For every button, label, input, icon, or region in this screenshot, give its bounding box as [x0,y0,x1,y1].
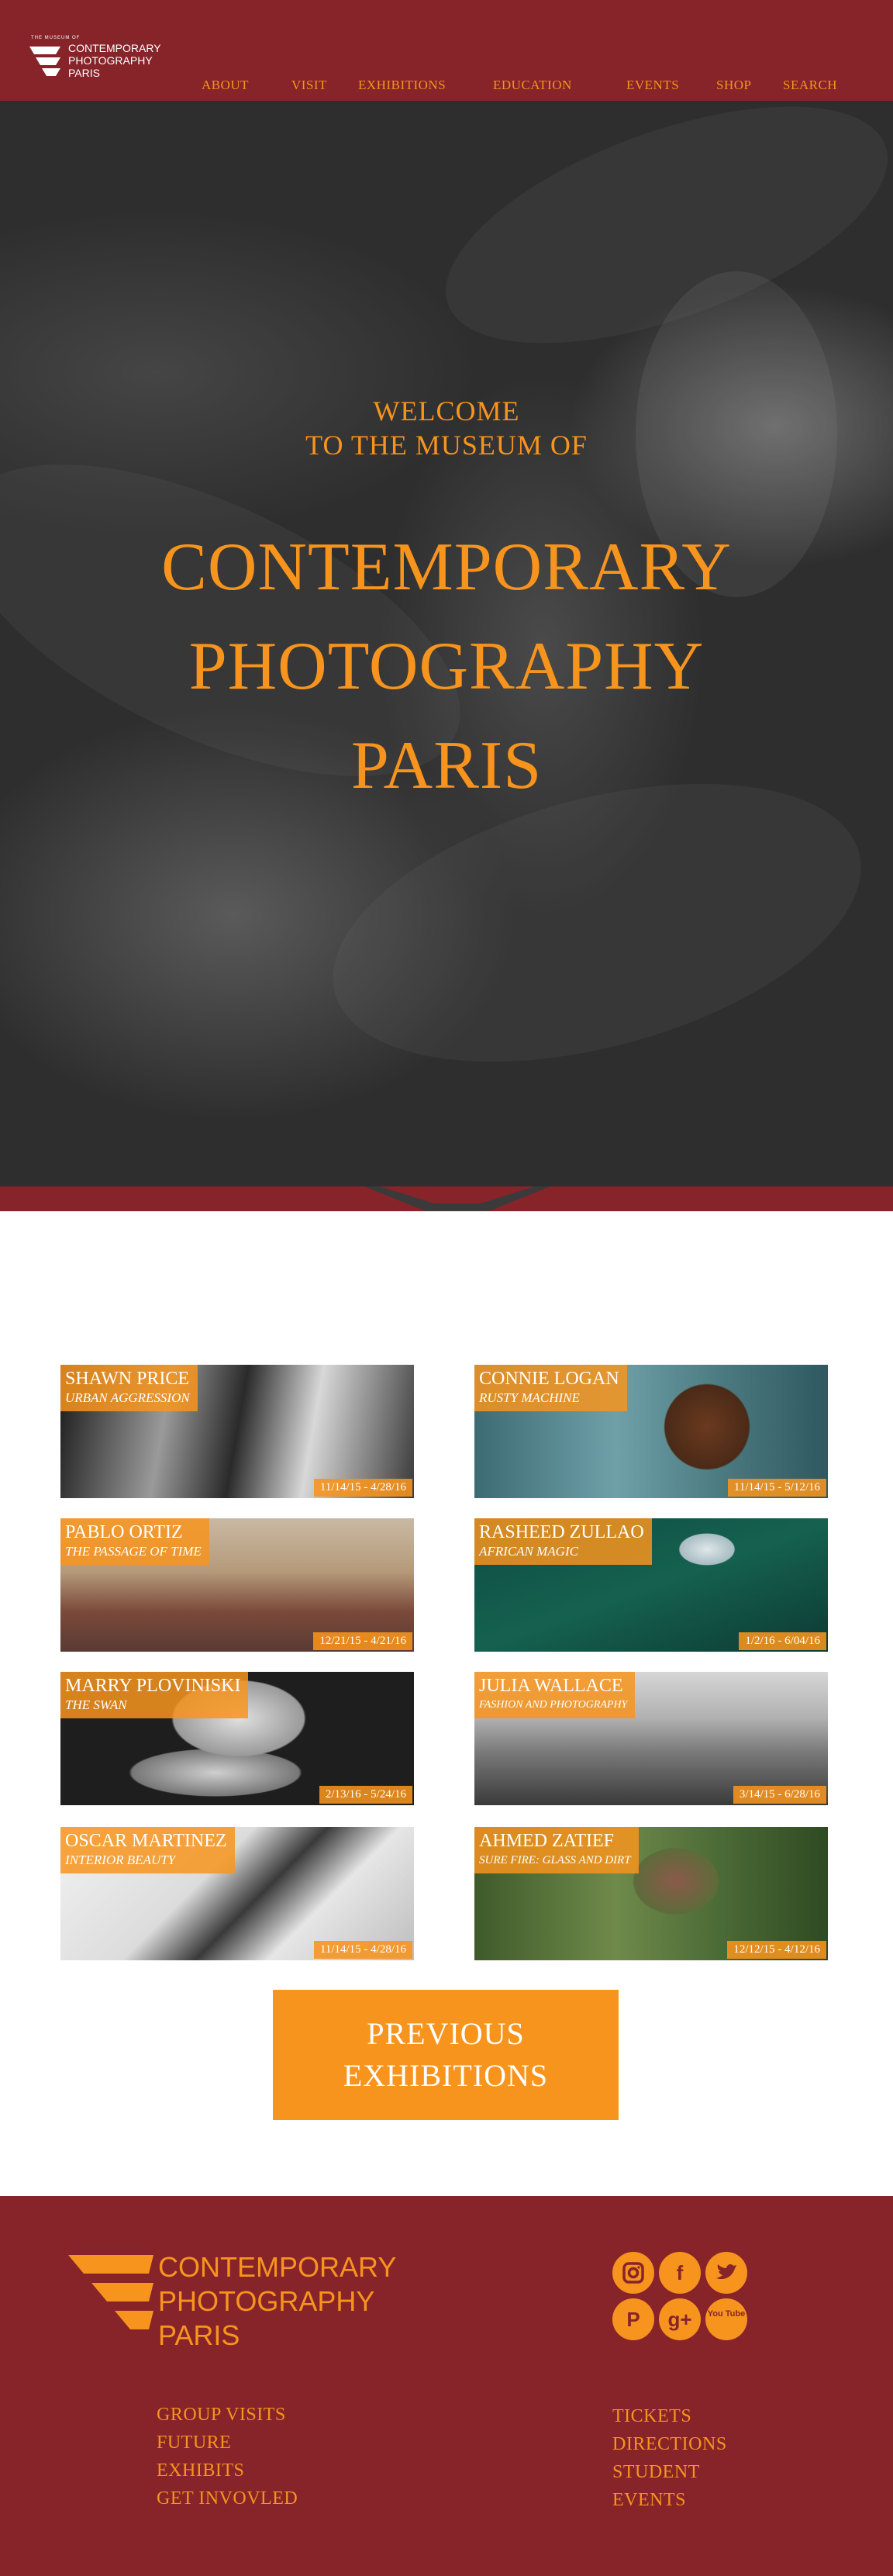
footer-logo-line-3: PARIS [158,2319,240,2351]
exhibition-card[interactable]: PABLO ORTIZ THE PASSAGE OF TIME 12/21/15… [60,1518,414,1652]
hero-welcome-line-1: WELCOME [373,395,520,426]
exhibition-label: PABLO ORTIZ THE PASSAGE OF TIME [60,1518,209,1565]
nav-search[interactable]: SEARCH [783,78,837,93]
exhibition-card[interactable]: AHMED ZATIEF SURE FIRE: GLASS AND DIRT 1… [474,1827,828,1960]
footer-links-left: GROUP VISITS FUTURE EXHIBITS GET INVOVLE… [157,2401,298,2512]
exhibition-artist: MARRY PLOVINISKI [65,1676,241,1696]
exhibition-dates: 12/12/15 - 4/12/16 [727,1941,826,1959]
logo-tagline: THE MUSEUM OF [31,36,81,40]
site-footer: CONTEMPORARY PHOTOGRAPHY PARIS f P g+ Yo… [0,2196,893,2576]
exhibition-title: THE PASSAGE OF TIME [65,1544,202,1559]
exhibition-label: CONNIE LOGAN RUSTY MACHINE [474,1365,627,1411]
twitter-icon[interactable] [705,2252,747,2294]
exhibition-label: JULIA WALLACE FASHION AND PHOTOGRAPHY [474,1672,636,1718]
exhibition-artist: CONNIE LOGAN [479,1369,619,1389]
exhibition-dates: 11/14/15 - 4/28/16 [313,1941,412,1959]
previous-button-line-1: PREVIOUS [367,2016,525,2051]
exhibition-label: SHAWN PRICE URBAN AGGRESSION [60,1365,198,1411]
hero-scroll-arrow-icon[interactable] [364,1186,550,1211]
exhibition-dates: 1/2/16 - 6/04/16 [739,1632,826,1650]
nav-shop[interactable]: SHOP [716,78,751,93]
footer-link-tickets[interactable]: TICKETS [612,2402,727,2430]
footer-link-directions[interactable]: DIRECTIONS [612,2430,727,2458]
exhibition-label: MARRY PLOVINISKI THE SWAN [60,1672,249,1718]
previous-exhibitions-button[interactable]: PREVIOUS EXHIBITIONS [273,1990,619,2120]
hero-banner: WELCOME TO THE MUSEUM OF CONTEMPORARY PH… [0,101,893,1186]
footer-link-exhibits[interactable]: EXHIBITS [157,2457,298,2484]
site-header: THE MUSEUM OF CONTEMPORARY PHOTOGRAPHY P… [0,0,893,101]
footer-links-right: TICKETS DIRECTIONS STUDENT EVENTS [612,2402,727,2514]
footer-link-events[interactable]: EVENTS [612,2486,727,2514]
previous-button-line-2: EXHIBITIONS [343,2058,549,2093]
footer-link-group-visits[interactable]: GROUP VISITS [157,2401,298,2429]
footer-link-future[interactable]: FUTURE [157,2429,298,2457]
exhibition-card[interactable]: SHAWN PRICE URBAN AGGRESSION 11/14/15 - … [60,1365,414,1498]
museum-logo[interactable]: THE MUSEUM OF CONTEMPORARY PHOTOGRAPHY P… [29,34,184,81]
exhibition-label: RASHEED ZULLAO AFRICAN MAGIC [474,1518,652,1565]
logo-chevron-icon [29,47,60,76]
footer-logo-line-2: PHOTOGRAPHY [158,2285,375,2317]
hero-welcome-line-2: TO THE MUSEUM OF [305,430,588,461]
footer-logo-line-1: CONTEMPORARY [158,2251,397,2283]
exhibition-title: URBAN AGGRESSION [65,1390,190,1405]
footer-logo-chevron-icon [68,2255,153,2329]
nav-events[interactable]: EVENTS [626,78,679,93]
hero-welcome: WELCOME TO THE MUSEUM OF [0,394,893,462]
pinterest-icon[interactable]: P [612,2298,654,2340]
exhibition-title: THE SWAN [65,1697,127,1712]
exhibition-card[interactable]: RASHEED ZULLAO AFRICAN MAGIC 1/2/16 - 6/… [474,1518,828,1652]
facebook-icon[interactable]: f [659,2252,701,2294]
instagram-icon[interactable] [612,2252,654,2294]
exhibition-title: SURE FIRE: GLASS AND DIRT [479,1854,631,1866]
exhibition-title: INTERIOR BEAUTY [65,1853,176,1867]
exhibition-title: AFRICAN MAGIC [479,1544,578,1559]
main-nav: ABOUT VISIT EXHIBITIONS EDUCATION EVENTS… [0,78,893,93]
exhibition-card[interactable]: JULIA WALLACE FASHION AND PHOTOGRAPHY 3/… [474,1672,828,1805]
exhibition-artist: RASHEED ZULLAO [479,1522,644,1542]
exhibition-title: RUSTY MACHINE [479,1390,580,1405]
hero-title-line-2: PHOTOGRAPHY [188,629,705,704]
logo-wordmark: CONTEMPORARY PHOTOGRAPHY PARIS [68,42,161,79]
exhibition-artist: JULIA WALLACE [479,1676,623,1696]
exhibition-artist: PABLO ORTIZ [65,1522,183,1542]
exhibition-card[interactable]: MARRY PLOVINISKI THE SWAN 2/13/16 - 5/24… [60,1672,414,1805]
google-plus-icon[interactable]: g+ [659,2298,701,2340]
exhibition-dates: 3/14/15 - 6/28/16 [733,1786,826,1804]
logo-line-1: CONTEMPORARY [68,42,161,54]
footer-link-student[interactable]: STUDENT [612,2458,727,2486]
nav-exhibitions[interactable]: EXHIBITIONS [358,78,446,93]
exhibition-dates: 11/14/15 - 4/28/16 [313,1479,412,1497]
exhibition-artist: AHMED ZATIEF [479,1831,614,1851]
exhibition-label: OSCAR MARTINEZ INTERIOR BEAUTY [60,1827,235,1873]
exhibition-dates: 12/21/15 - 4/21/16 [313,1632,412,1650]
exhibition-card[interactable]: OSCAR MARTINEZ INTERIOR BEAUTY 11/14/15 … [60,1827,414,1960]
exhibition-label: AHMED ZATIEF SURE FIRE: GLASS AND DIRT [474,1827,639,1873]
footer-logo[interactable]: CONTEMPORARY PHOTOGRAPHY PARIS [68,2250,440,2351]
exhibition-artist: SHAWN PRICE [65,1369,190,1389]
exhibition-card[interactable]: CONNIE LOGAN RUSTY MACHINE 11/14/15 - 5/… [474,1365,828,1498]
logo-line-2: PHOTOGRAPHY [68,54,153,67]
footer-link-get-involved[interactable]: GET INVOVLED [157,2484,298,2512]
hero-title: CONTEMPORARY PHOTOGRAPHY PARIS [0,518,893,816]
nav-visit[interactable]: VISIT [291,78,327,93]
hero-title-line-3: PARIS [350,728,543,803]
exhibition-dates: 2/13/16 - 5/24/16 [319,1786,412,1804]
youtube-icon[interactable]: You Tube [705,2298,747,2340]
footer-logo-wordmark: CONTEMPORARY PHOTOGRAPHY PARIS [158,2250,396,2353]
social-links: f P g+ You Tube [612,2252,752,2353]
nav-education[interactable]: EDUCATION [493,78,572,93]
exhibition-dates: 11/14/15 - 5/12/16 [727,1479,826,1497]
exhibition-artist: OSCAR MARTINEZ [65,1831,227,1851]
hero-title-line-1: CONTEMPORARY [161,530,732,605]
nav-about[interactable]: ABOUT [202,78,249,93]
exhibition-title: FASHION AND PHOTOGRAPHY [479,1699,628,1711]
